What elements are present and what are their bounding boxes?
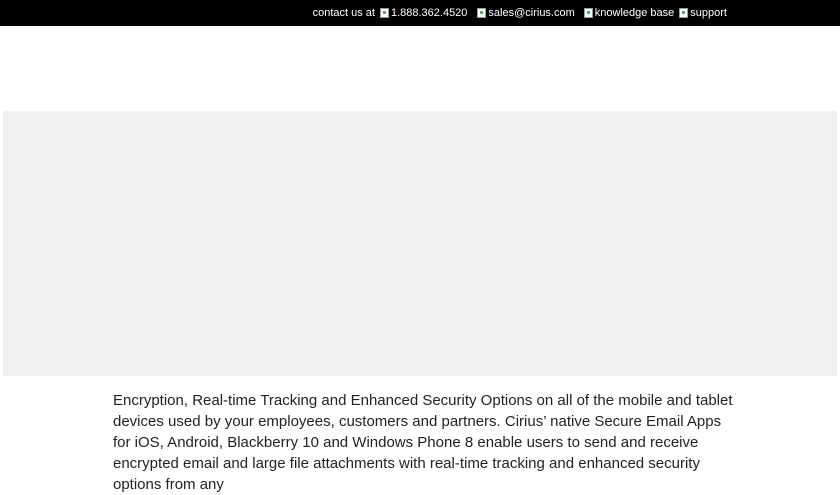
phone-text: 1.888.362.4520 xyxy=(390,7,468,19)
knowledge-base-icon xyxy=(583,8,593,18)
top-contact-bar: contact us at 1.888.362.4520 sales@ciriu… xyxy=(0,0,840,26)
contact-label: contact us at xyxy=(312,7,375,19)
hero-banner-placeholder xyxy=(3,111,837,376)
email-link[interactable]: sales@cirius.com xyxy=(477,7,575,19)
knowledge-base-link[interactable]: knowledge base xyxy=(583,7,675,19)
support-icon xyxy=(679,8,689,18)
phone-link[interactable]: 1.888.362.4520 xyxy=(379,7,468,19)
intro-paragraph: Encryption, Real-time Tracking and Enhan… xyxy=(113,392,733,493)
support-link[interactable]: support xyxy=(679,7,727,19)
support-text: support xyxy=(690,7,727,19)
email-icon xyxy=(477,8,487,18)
knowledge-base-text: knowledge base xyxy=(594,7,675,19)
email-text: sales@cirius.com xyxy=(488,7,575,19)
phone-icon xyxy=(379,8,389,18)
